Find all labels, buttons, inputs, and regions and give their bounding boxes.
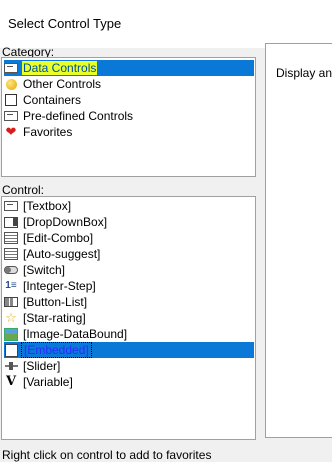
control-item-label: [Slider] (23, 359, 61, 373)
control-item-textbox[interactable]: [Textbox] (4, 198, 254, 214)
control-item-label: [Variable] (23, 375, 73, 389)
control-item-embedded[interactable]: [Embedded] (4, 342, 254, 358)
embedded-icon (4, 343, 18, 357)
control-item-star-rating[interactable]: ☆ [Star-rating] (4, 310, 254, 326)
edit-combo-icon (4, 231, 18, 245)
control-item-label: [Star-rating] (23, 311, 86, 325)
integer-step-icon: 1≡ (5, 280, 17, 291)
description-text: Display an e (276, 66, 332, 80)
control-item-label: [DropDownBox] (23, 215, 108, 229)
category-item-predefined-controls[interactable]: Pre-defined Controls (4, 108, 254, 124)
window-title: Select Control Type (8, 16, 122, 31)
control-item-label: [Auto-suggest] (23, 247, 101, 261)
control-item-dropdownbox[interactable]: [DropDownBox] (4, 214, 254, 230)
category-item-label: Favorites (23, 125, 73, 139)
control-label: Control: (2, 183, 45, 197)
control-item-slider[interactable]: [Slider] (4, 358, 254, 374)
data-controls-icon (4, 61, 18, 75)
yellow-circle-icon (4, 77, 18, 91)
control-item-label: [Embedded] (21, 342, 92, 358)
category-item-containers[interactable]: Containers (4, 92, 254, 108)
auto-suggest-icon (4, 247, 18, 261)
control-item-image-databound[interactable]: [Image-DataBound] (4, 326, 254, 342)
control-item-label: [Image-DataBound] (23, 327, 128, 341)
category-item-favorites[interactable]: ❤ Favorites (4, 124, 254, 140)
control-item-switch[interactable]: [Switch] (4, 262, 254, 278)
control-list[interactable]: [Textbox] [DropDownBox] [Edit-Combo] [Au… (1, 196, 256, 440)
category-item-other-controls[interactable]: Other Controls (4, 76, 254, 92)
control-item-button-list[interactable]: [Button-List] (4, 294, 254, 310)
control-item-label: [Integer-Step] (23, 279, 96, 293)
container-box-icon (4, 93, 18, 107)
image-icon (4, 327, 18, 341)
textbox-icon (4, 199, 18, 213)
control-item-label: [Button-List] (23, 295, 88, 309)
control-item-integer-step[interactable]: 1≡ [Integer-Step] (4, 278, 254, 294)
slider-icon (4, 359, 18, 373)
switch-icon (4, 263, 18, 277)
category-item-label: Pre-defined Controls (23, 109, 134, 123)
category-item-data-controls[interactable]: Data Controls (4, 60, 254, 76)
predefined-control-icon (4, 109, 18, 123)
category-item-label: Containers (23, 93, 82, 107)
star-icon: ☆ (5, 310, 17, 325)
dropdown-icon (4, 215, 18, 229)
category-item-label: Data Controls (22, 61, 98, 75)
control-item-label: [Textbox] (23, 199, 72, 213)
heart-icon: ❤ (5, 124, 17, 139)
variable-icon: V (5, 374, 17, 389)
button-list-icon (4, 295, 18, 309)
category-item-label: Other Controls (23, 77, 102, 91)
category-list[interactable]: Data Controls Other Controls Containers … (1, 57, 256, 177)
control-item-auto-suggest[interactable]: [Auto-suggest] (4, 246, 254, 262)
control-item-variable[interactable]: V [Variable] (4, 374, 254, 390)
footer-hint: Right click on control to add to favorit… (2, 448, 212, 462)
control-item-edit-combo[interactable]: [Edit-Combo] (4, 230, 254, 246)
control-item-label: [Edit-Combo] (23, 231, 94, 245)
title-bar: Select Control Type (0, 0, 332, 48)
description-panel: Display an e (265, 43, 332, 438)
control-item-label: [Switch] (23, 263, 66, 277)
